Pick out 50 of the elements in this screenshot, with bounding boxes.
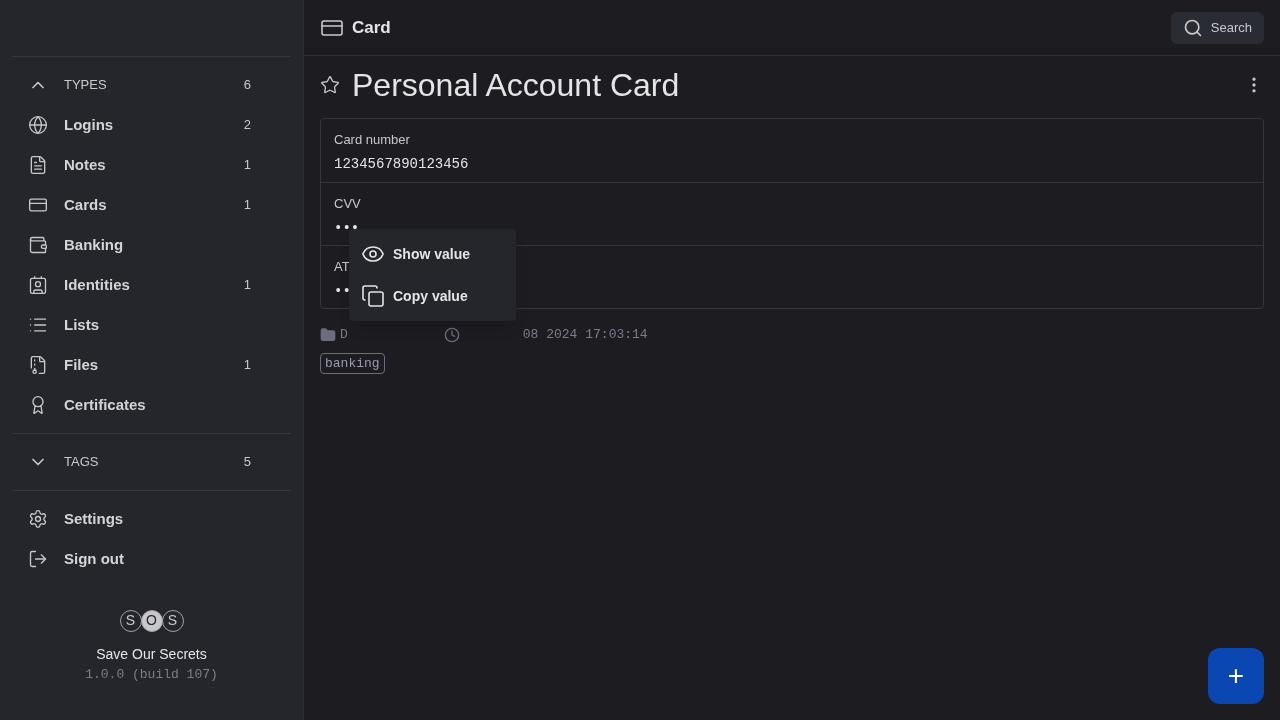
field-label: AT	[334, 258, 350, 276]
field-value[interactable]: 1234567890123456	[334, 153, 469, 175]
sidebar-item[interactable]: Notes 1	[12, 145, 291, 185]
section-count: 6	[243, 76, 251, 95]
section-label: TAGS	[64, 453, 99, 472]
clock-icon	[443, 326, 460, 343]
app-version: 1.0.0 (build 107)	[85, 665, 218, 684]
modified-date: 08 2024 17:03:14	[522, 326, 648, 344]
page-title: Card	[352, 16, 391, 39]
wallet-icon	[28, 235, 48, 255]
field-label: Card number	[334, 131, 410, 149]
folder-name: D	[340, 326, 348, 344]
search-icon	[1182, 17, 1203, 38]
sidebar-item[interactable]: Lists	[12, 305, 291, 345]
item-count: 2	[243, 116, 251, 135]
sidebar-item[interactable]: Banking	[12, 225, 291, 265]
add-button[interactable]: +	[1208, 648, 1264, 704]
search-button[interactable]: Search	[1170, 11, 1264, 44]
field-label: CVV	[334, 195, 361, 213]
field-value[interactable]: ••	[334, 280, 351, 302]
section-label: TYPES	[64, 76, 107, 95]
folder-icon	[320, 326, 336, 343]
star-icon[interactable]	[320, 75, 340, 95]
sidebar-item[interactable]: Settings	[12, 499, 291, 539]
section-count: 5	[243, 453, 251, 472]
section-header[interactable]: TAGS 5	[12, 442, 291, 482]
document-icon	[28, 155, 48, 175]
sidebar-item[interactable]: Files 1	[12, 345, 291, 385]
sidebar-item[interactable]: Sign out	[12, 539, 291, 579]
settings-icon	[28, 509, 48, 529]
copy-icon	[361, 284, 385, 308]
file-icon	[28, 355, 48, 375]
globe-icon	[28, 115, 48, 135]
sidebar-item[interactable]: Logins 2	[12, 105, 291, 145]
logo: S O S	[120, 609, 183, 632]
menu-item[interactable]: Show value	[349, 233, 516, 275]
id-badge-icon	[28, 275, 48, 295]
sidebar-item[interactable]: Identities 1	[12, 265, 291, 305]
sign-out-icon	[28, 549, 48, 569]
section-header[interactable]: TYPES 6	[12, 65, 291, 105]
menu-item[interactable]: Copy value	[349, 275, 516, 317]
tag-chip[interactable]: banking	[320, 352, 385, 374]
item-count: 1	[243, 276, 251, 295]
app-name: Save Our Secrets	[96, 644, 207, 664]
item-count: 1	[243, 156, 251, 175]
item-count: 1	[243, 356, 251, 375]
sidebar-item[interactable]: Certificates	[12, 385, 291, 425]
item-count: 1	[243, 196, 251, 215]
sidebar-item[interactable]: Cards 1	[12, 185, 291, 225]
item-title: Personal Account Card	[352, 66, 680, 105]
